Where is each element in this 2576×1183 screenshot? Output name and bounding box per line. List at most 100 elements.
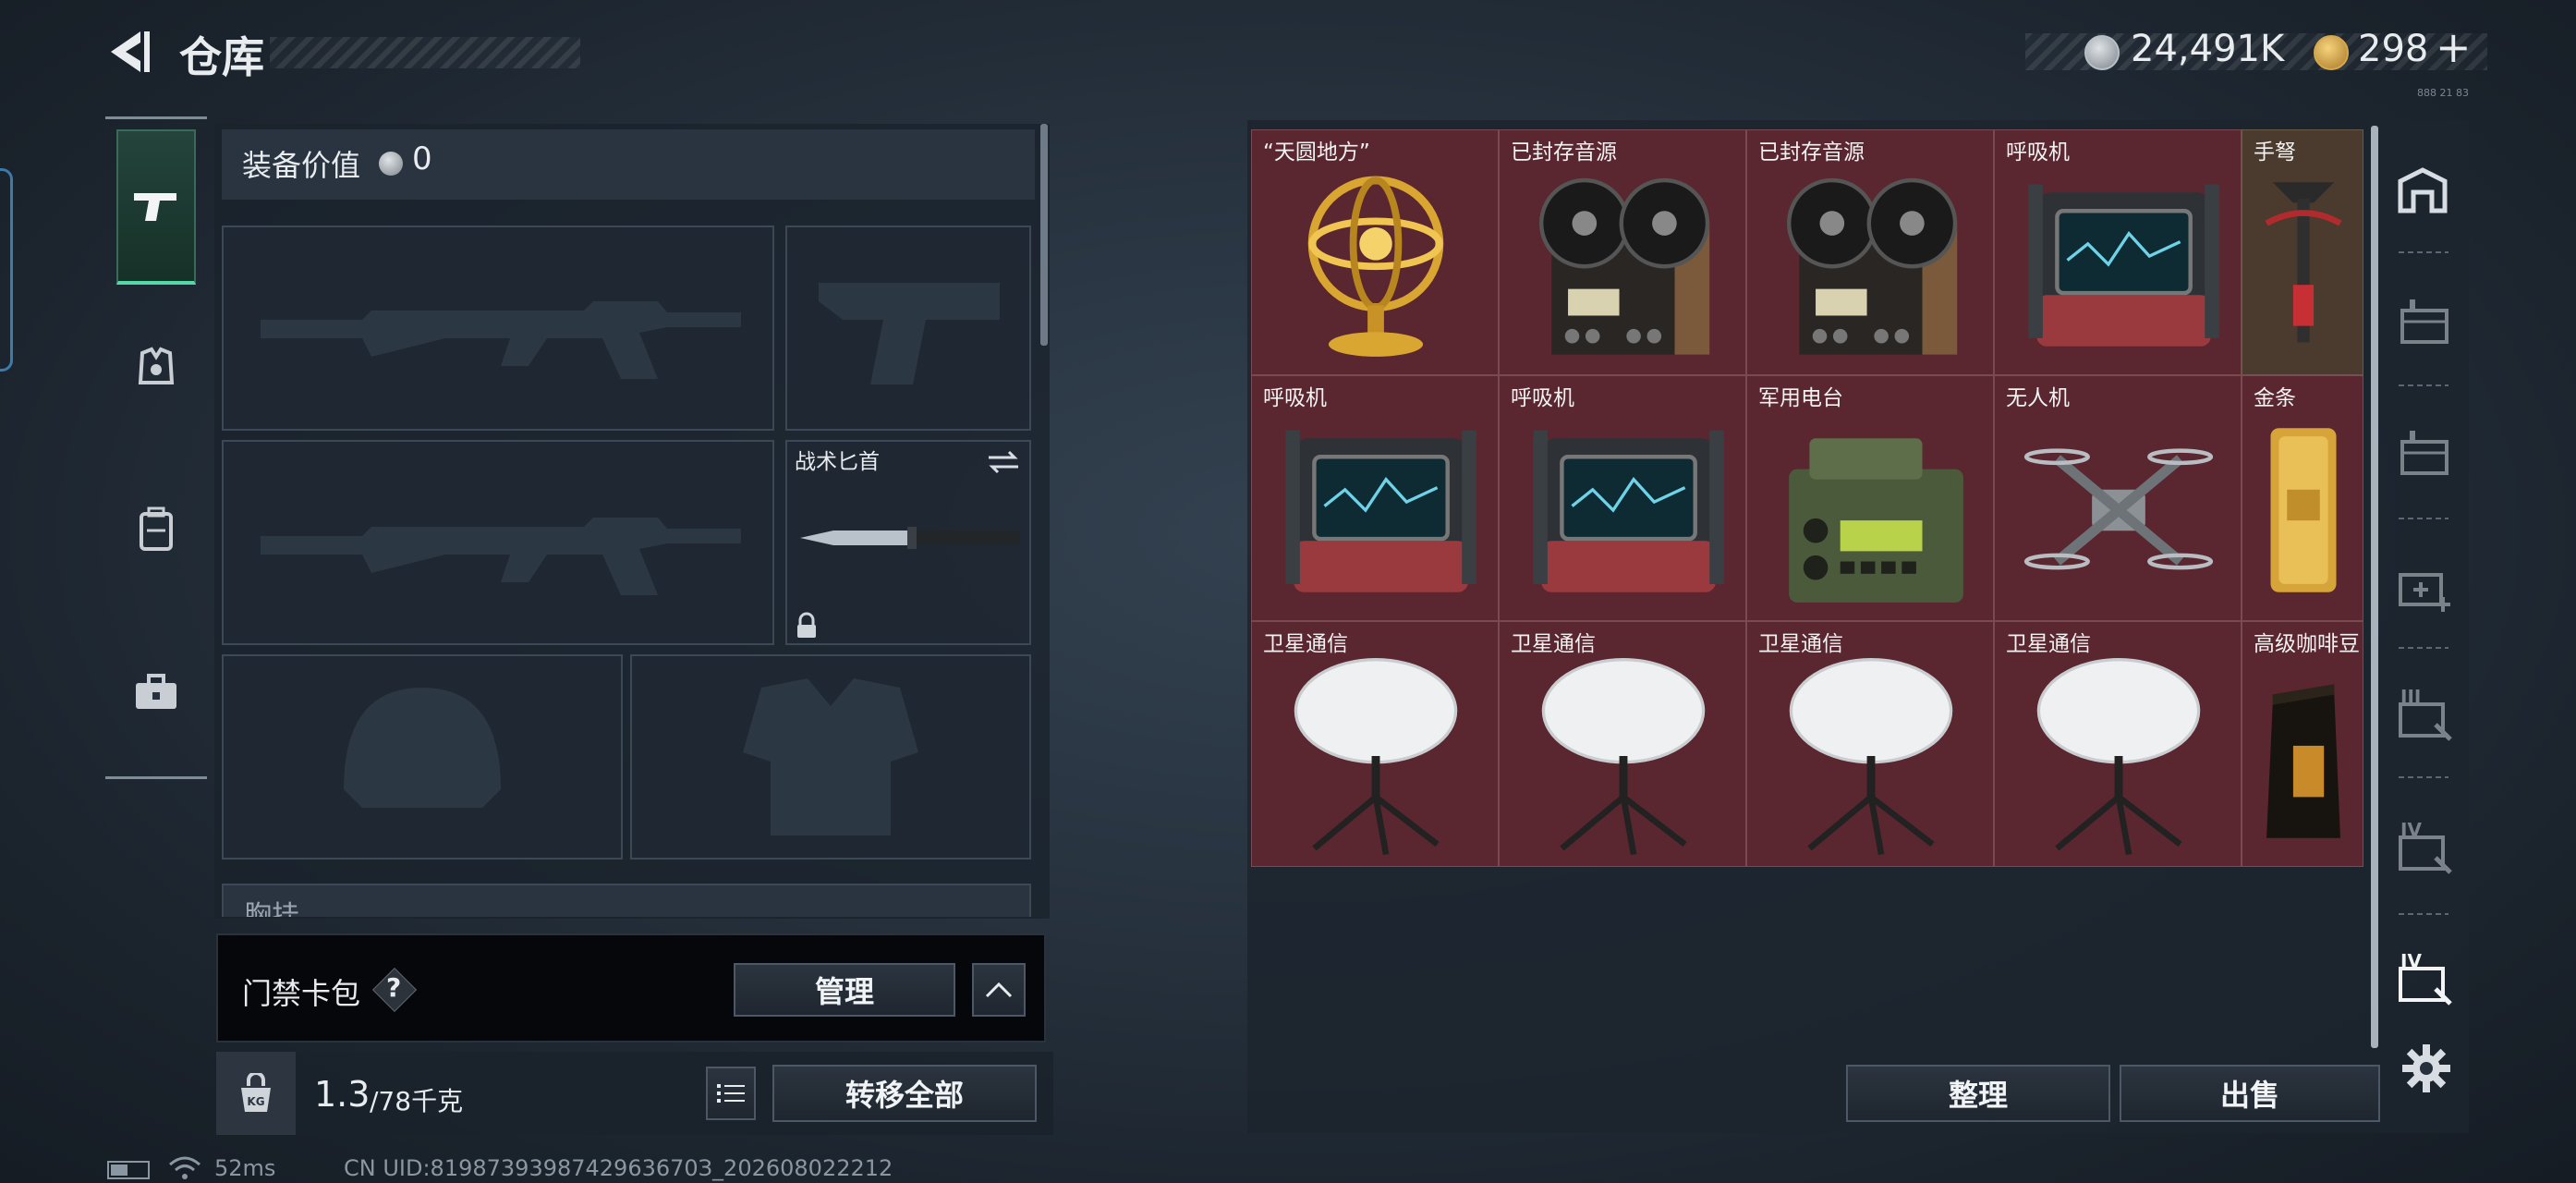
pistol-icon [134,193,176,221]
stash-item-label: 卫星通信 [2006,632,2091,656]
hand-crossbow-icon [2252,162,2355,367]
drone-icon [2011,408,2226,613]
stash-item-label: 呼吸机 [1263,386,1327,410]
stash-item-coffee-bag[interactable]: 高级咖啡豆 [2242,621,2363,867]
stash-tab-tier-3[interactable]: III [2397,686,2456,743]
swap-icon[interactable] [987,449,1020,475]
help-icon: ? [386,972,402,1003]
satellite-dish-icon [2011,653,2226,859]
pistol-silhouette-icon [819,283,1000,384]
tab-toolbox[interactable] [116,651,196,734]
stash-item-satellite-dish[interactable]: 卫星通信 [1746,621,1994,867]
armor-icon [138,347,175,384]
chevron-up-icon [985,982,1013,998]
collapse-button[interactable] [972,963,1026,1017]
armillary-sphere-icon [1269,162,1483,367]
rifle-silhouette-icon [261,301,741,379]
edge-bracket [0,168,13,372]
toolbox-icon [136,674,176,709]
kettlebell-label: KG [247,1095,264,1108]
stash-item-military-radio[interactable]: 军用电台 [1746,375,1994,621]
equip-value-label: 装备价值 [242,148,361,183]
title-decor [270,37,580,68]
stash-grid: “天圆地方” 已封存音源 已封存音源 呼吸机 手弩 呼吸机 呼吸机 军用电台 无人机 金条 卫星通信… [1251,129,2363,869]
stash-item-reel-to-reel-recorder[interactable]: 已封存音源 [1499,129,1746,375]
sell-button[interactable]: 出售 [2120,1065,2380,1122]
coffee-bag-icon [2252,653,2355,859]
stash-item-satellite-dish[interactable]: 卫星通信 [1499,621,1746,867]
primary-weapon-slot[interactable] [222,226,774,431]
tier-label: III [2400,686,2422,708]
stash-item-satellite-dish[interactable]: 卫星通信 [1994,621,2242,867]
side-divider [2399,384,2448,386]
stash-item-ventilator[interactable]: 呼吸机 [1994,129,2242,375]
storage-box-icon [2400,431,2448,475]
vest-silhouette-icon [743,678,918,835]
storage-box-icon [2400,299,2448,344]
tab-backpack[interactable] [116,488,196,571]
back-arrow-icon [111,31,150,72]
weight-icon-box: KG [216,1052,296,1135]
side-divider [2399,776,2448,778]
stash-item-ventilator[interactable]: 呼吸机 [1251,375,1499,621]
gear-icon [2402,1044,2450,1092]
body-armor-slot[interactable] [630,654,1031,860]
stash-item-satellite-dish[interactable]: 卫星通信 [1251,621,1499,867]
stash-item-label: 已封存音源 [1758,140,1865,165]
satellite-dish-icon [1516,653,1731,859]
stash-item-gold-bar[interactable]: 金条 [2242,375,2363,621]
stash-item-hand-crossbow[interactable]: 手弩 [2242,129,2363,375]
stash-scrollbar[interactable] [2371,126,2378,1048]
stash-item-label: 高级咖啡豆 [2254,632,2360,656]
weight-capacity: /78千克 [370,1086,464,1116]
sort-button[interactable]: 整理 [1846,1065,2110,1122]
combat-knife-icon [800,527,1020,549]
stash-tab-add[interactable] [2397,558,2452,614]
chest-rig-slot[interactable]: 胸挂 [222,884,1031,917]
ventilator-icon [1269,408,1483,613]
helmet-slot[interactable] [222,654,623,860]
weight-current: 1.3 [314,1074,371,1115]
stash-item-label: 已封存音源 [1511,140,1617,165]
stash-item-armillary-sphere[interactable]: “天圆地方” [1251,129,1499,375]
gold-coin-icon [2314,35,2349,70]
add-currency-button[interactable]: + [2436,22,2472,72]
knife-slot[interactable]: 战术匕首 [785,440,1031,645]
chest-rig-label: 胸挂 [244,900,299,917]
list-icon [717,1084,745,1103]
reel-to-reel-recorder-icon [1764,162,1978,367]
stash-item-drone[interactable]: 无人机 [1994,375,2242,621]
transfer-all-button[interactable]: 转移全部 [772,1065,1037,1122]
currency-secondary: 298 [2358,28,2429,70]
settings-button[interactable] [2400,1043,2452,1094]
reel-to-reel-recorder-icon [1516,162,1731,367]
back-button[interactable] [103,26,155,78]
header-tiny-code: 888 21 83 [2417,87,2469,99]
side-divider [2399,251,2448,253]
stash-tab-2[interactable] [2397,294,2452,349]
stash-tab-3[interactable] [2397,425,2452,481]
tab-weapons[interactable] [116,129,196,285]
stash-item-ventilator[interactable]: 呼吸机 [1499,375,1746,621]
stash-tab-home[interactable] [2395,163,2450,218]
loadout-scrollbar[interactable] [1040,124,1048,346]
home-icon [2398,167,2448,213]
stash-tab-tier-4-active[interactable]: IV [2397,950,2456,1007]
silver-coin-icon [379,152,403,176]
secondary-weapon-slot[interactable] [222,440,774,645]
list-view-button[interactable] [706,1067,756,1120]
equip-value: 0 [412,140,432,177]
rail-top-line [105,116,207,119]
stash-item-reel-to-reel-recorder[interactable]: 已封存音源 [1746,129,1994,375]
stash-item-label: “天圆地方” [1263,140,1370,165]
manage-button[interactable]: 管理 [734,963,955,1017]
satellite-dish-icon [1764,653,1978,859]
tab-armor[interactable] [116,325,196,409]
stash-tab-tier-4[interactable]: IV [2397,819,2456,876]
sidearm-slot[interactable] [785,226,1031,431]
ventilator-icon [1516,408,1731,613]
wifi-icon [169,1156,200,1179]
kettlebell-icon: KG [241,1073,271,1112]
battery-icon [107,1161,150,1179]
lock-icon [797,612,816,638]
